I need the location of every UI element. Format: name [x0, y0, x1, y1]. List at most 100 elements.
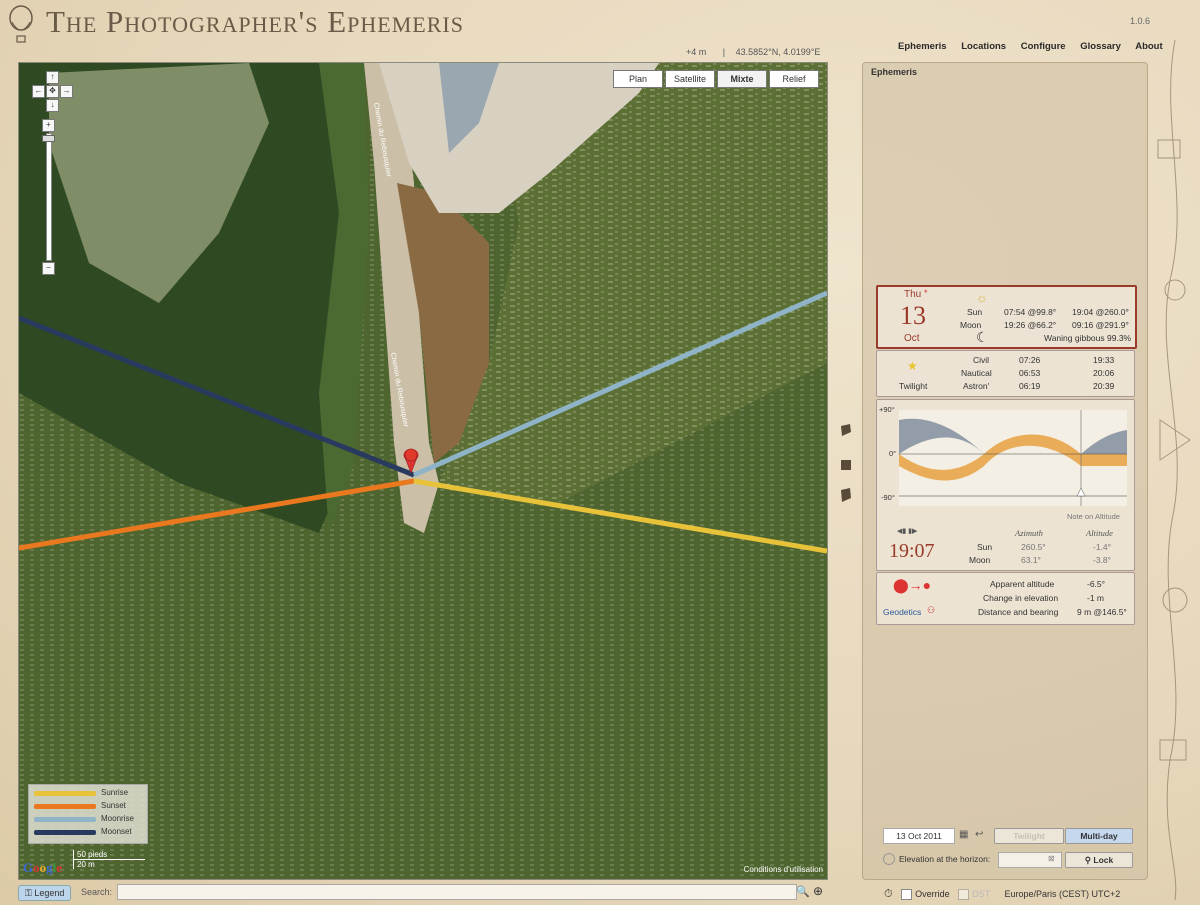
time-step-icon[interactable]: ◀▮ ▮▶ — [897, 527, 917, 535]
latlon-value: 43.5852°N, 4.0199°E — [735, 47, 821, 57]
zoom-slider[interactable]: + − — [41, 119, 55, 275]
moonset-value: 09:16 @291.9° — [1072, 320, 1129, 330]
civil-label: Civil — [973, 355, 990, 365]
footer-controls: ⏱ Override DST Europe/Paris (CEST) UTC+2 — [884, 888, 1120, 901]
map-type-mixte[interactable]: Mixte — [717, 70, 767, 88]
scale-meters: 20 m — [73, 860, 145, 869]
zoom-handle[interactable] — [42, 135, 55, 142]
apparent-altitude-label: Apparent altitude — [990, 579, 1055, 589]
lock-button[interactable]: ⚲ Lock — [1065, 852, 1133, 868]
pin-to-pin-icon: ⬤→● — [893, 577, 932, 593]
altitude-note-link[interactable]: Note on Altitude — [1067, 512, 1120, 521]
twilight-card: ★ Twilight Civil 07:26 19:33 Nautical 06… — [876, 350, 1135, 397]
map-type-selector: Plan Satellite Mixte Relief — [611, 70, 819, 88]
nautical-pm: 20:06 — [1093, 368, 1115, 378]
search-icon[interactable]: 🔍 — [796, 885, 810, 898]
distance-bearing-value: 9 m @146.5° — [1077, 607, 1127, 617]
pan-down-icon[interactable]: ↓ — [46, 99, 59, 112]
altitude-graph[interactable] — [899, 410, 1127, 506]
legend-button-label: Legend — [34, 888, 65, 898]
nav-glossary[interactable]: Glossary — [1080, 41, 1121, 52]
moon-altitude: -3.8° — [1093, 555, 1112, 565]
nav-ephemeris[interactable]: Ephemeris — [898, 41, 947, 52]
lock-button-label: Lock — [1093, 855, 1114, 865]
elevation-value: +4 m — [686, 47, 707, 57]
astro-am: 06:19 — [1019, 381, 1041, 391]
panel-title: Ephemeris — [871, 67, 918, 77]
search-input[interactable] — [117, 884, 797, 900]
zoom-in-icon[interactable]: + — [42, 119, 55, 132]
elevation-change-value: -1 m — [1087, 593, 1104, 603]
legend-sunrise: Sunrise — [34, 788, 144, 799]
scale-feet: 50 pieds — [73, 850, 145, 860]
graph-mid-label: 0° — [889, 449, 897, 458]
pan-up-icon[interactable]: ↑ — [46, 71, 59, 84]
astro-label: Astron' — [963, 381, 990, 391]
day-number: 13 — [900, 301, 926, 330]
bike-icon[interactable]: ⚇ — [927, 605, 935, 616]
sun-azimuth: 260.5° — [1021, 542, 1046, 552]
sun-label: Sun — [967, 307, 983, 317]
lantern-icon — [841, 460, 851, 470]
stopwatch-icon: ⏱ — [884, 888, 893, 900]
satellite-map[interactable]: Chemin du Rebousquier Chemin du Rebousqu… — [18, 62, 828, 880]
version-label: 1.0.6 — [1130, 16, 1151, 26]
key-icon: ⚿ — [25, 888, 35, 898]
coords-separator: | — [722, 47, 726, 57]
main-nav: Ephemeris Locations Configure Glossary A… — [898, 41, 1175, 52]
date-asterisk: * — [924, 288, 928, 298]
pan-right-icon[interactable]: → — [60, 85, 73, 98]
sun-icon: ☼ — [976, 290, 988, 305]
ephemeris-panel: Ephemeris Thu * 13 Oct ☼ Sun 07:54 @99.8… — [862, 62, 1148, 880]
override-label: Override — [915, 889, 950, 899]
override-checkbox[interactable] — [901, 889, 913, 901]
civil-pm: 19:33 — [1093, 355, 1115, 365]
map-imagery: Chemin du Rebousquier Chemin du Rebousqu… — [19, 63, 827, 879]
pan-left-icon[interactable]: ← — [32, 85, 45, 98]
zoom-track[interactable] — [46, 133, 52, 261]
geodetics-label: Geodetics — [883, 607, 922, 617]
multiday-button[interactable]: Multi-day — [1065, 828, 1133, 844]
sunset-value: 19:04 @260.0° — [1072, 307, 1129, 317]
distance-bearing-label: Distance and bearing — [978, 607, 1059, 617]
elevation-change-label: Change in elevation — [983, 593, 1059, 603]
balloon-logo-icon — [9, 5, 33, 43]
zoom-out-icon[interactable]: − — [42, 262, 55, 275]
map-type-satellite[interactable]: Satellite — [665, 70, 715, 88]
google-logo: Google — [23, 860, 63, 875]
nav-locations[interactable]: Locations — [961, 41, 1006, 52]
moon-icon: ☾ — [976, 329, 989, 345]
nautical-am: 06:53 — [1019, 368, 1041, 378]
crosshair-icon[interactable]: ⊕ — [813, 884, 823, 898]
reset-arrow-icon[interactable]: ↩ — [975, 829, 983, 840]
legend-moonset: Moonset — [34, 827, 144, 838]
moonrise-value: 19:26 @66.2° — [1004, 320, 1057, 330]
elevation-radio[interactable] — [883, 853, 895, 865]
astro-pm: 20:39 — [1093, 381, 1115, 391]
moon-azimuth: 63.1° — [1021, 555, 1041, 565]
sun-pos-label: Sun — [977, 542, 993, 552]
map-type-plan[interactable]: Plan — [613, 70, 663, 88]
month: Oct — [904, 333, 920, 344]
graph-bottom-label: -90° — [881, 493, 895, 502]
sun-altitude: -1.4° — [1093, 542, 1112, 552]
nav-configure[interactable]: Configure — [1021, 41, 1066, 52]
dst-checkbox[interactable] — [958, 889, 970, 901]
legend-moonrise: Moonrise — [34, 814, 144, 825]
graph-top-label: +90° — [879, 405, 895, 414]
twilight-button[interactable]: Twilight — [994, 828, 1064, 844]
twilight-label: Twilight — [899, 381, 928, 391]
hand-left-icon — [841, 424, 851, 436]
nautical-label: Nautical — [961, 368, 992, 378]
calendar-icon[interactable]: ▦ — [959, 829, 968, 840]
clear-icon[interactable]: ⊠ — [1048, 854, 1055, 863]
date-input[interactable]: 13 Oct 2011 — [883, 828, 955, 844]
legend-button[interactable]: ⚿ Legend — [18, 885, 72, 901]
pan-center-icon[interactable]: ✥ — [46, 85, 59, 98]
date-card: Thu * 13 Oct ☼ Sun 07:54 @99.8° 19:04 @2… — [876, 285, 1137, 349]
terms-link[interactable]: Conditions d'utilisation — [744, 865, 823, 874]
map-legend: Sunrise Sunset Moonrise Moonset — [28, 784, 148, 844]
map-type-relief[interactable]: Relief — [769, 70, 819, 88]
civil-am: 07:26 — [1019, 355, 1041, 365]
geodetics-card: ⬤→● Geodetics ⚇ Apparent altitude -6.5° … — [876, 572, 1135, 625]
